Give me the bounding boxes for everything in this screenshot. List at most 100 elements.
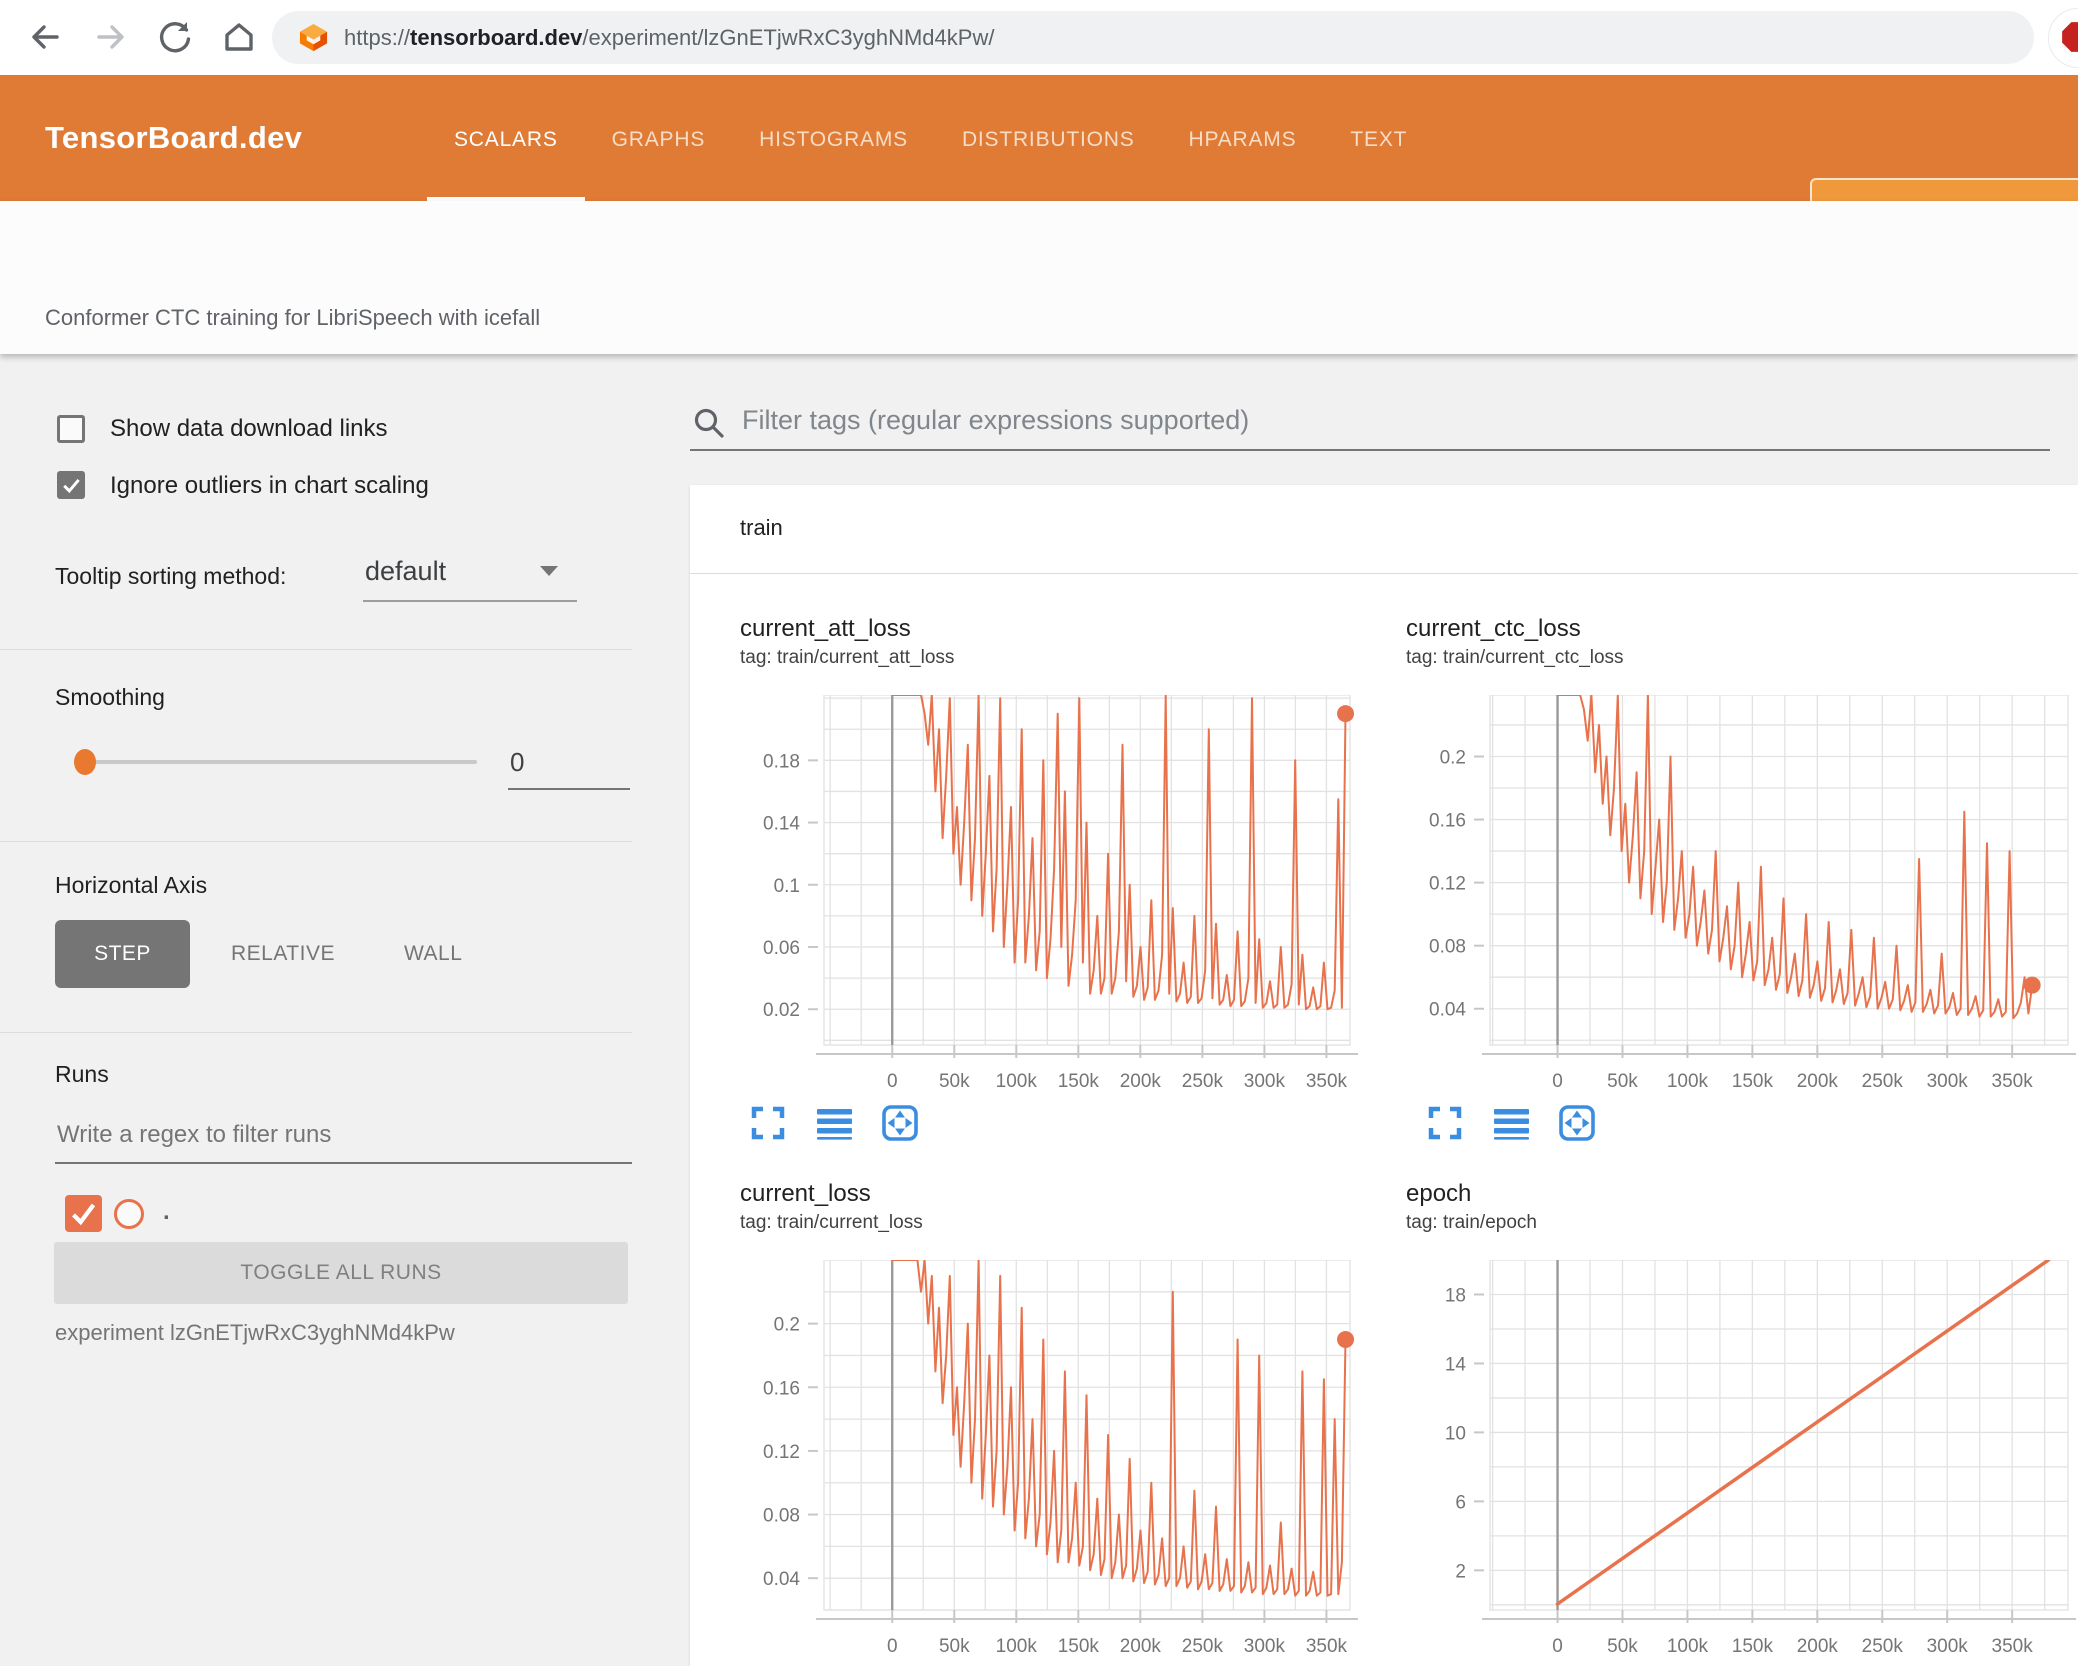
svg-text:0.02: 0.02: [763, 1000, 800, 1021]
fullscreen-icon[interactable]: [1425, 1103, 1465, 1143]
tab-histograms[interactable]: HISTOGRAMS: [732, 75, 935, 201]
chart-tag: tag: train/current_ctc_loss: [1406, 647, 1624, 668]
chart-epoch[interactable]: epoch tag: train/epoch 0 50k 100k 150k 200k 2…: [1365, 1180, 2078, 1657]
svg-text:50k: 50k: [939, 1636, 970, 1657]
tab-graphs[interactable]: GRAPHS: [585, 75, 733, 201]
chart-plot[interactable]: 0 50k 100k 150k 200k 250k 300k 350k 0.04 0.08 0.12…: [1365, 695, 2078, 1095]
fit-domain-icon[interactable]: [1557, 1103, 1597, 1143]
chart-title: current_att_loss: [740, 615, 911, 642]
tab-distributions[interactable]: DISTRIBUTIONS: [935, 75, 1162, 201]
show-download-links-checkbox[interactable]: [57, 415, 85, 443]
run-name: .: [163, 1198, 170, 1225]
dropdown-underline: [363, 600, 577, 602]
browser-toolbar: https://tensorboard.dev/experiment/lzGnE…: [0, 0, 2078, 76]
smoothing-slider[interactable]: [85, 760, 477, 764]
svg-text:0.06: 0.06: [763, 938, 800, 959]
svg-text:100k: 100k: [1667, 1636, 1709, 1657]
svg-text:0: 0: [887, 1636, 898, 1657]
chart-tag: tag: train/current_loss: [740, 1212, 923, 1233]
runs-filter-underline: [55, 1162, 632, 1164]
chart-title: current_loss: [740, 1180, 871, 1207]
svg-text:0: 0: [887, 1071, 898, 1092]
axis-relative-button[interactable]: RELATIVE: [225, 920, 341, 988]
toggle-all-runs-button[interactable]: TOGGLE ALL RUNS: [54, 1242, 628, 1304]
svg-text:300k: 300k: [1244, 1636, 1286, 1657]
chart-title: epoch: [1406, 1180, 1472, 1207]
svg-text:300k: 300k: [1927, 1071, 1969, 1092]
svg-text:0.18: 0.18: [763, 751, 800, 772]
tab-scalars[interactable]: SCALARS: [427, 75, 585, 201]
svg-text:50k: 50k: [939, 1071, 970, 1092]
svg-text:0.2: 0.2: [1440, 747, 1466, 768]
brand-title: TensorBoard.dev: [45, 120, 303, 155]
chart-plot[interactable]: 0 50k 100k 150k 200k 250k 300k 350k 0.04 0.08 0.12…: [740, 1260, 1360, 1660]
back-icon[interactable]: [26, 18, 64, 56]
svg-text:0: 0: [1552, 1636, 1563, 1657]
svg-text:300k: 300k: [1244, 1071, 1286, 1092]
svg-text:100k: 100k: [996, 1636, 1038, 1657]
chevron-down-icon[interactable]: [540, 566, 558, 576]
svg-text:100k: 100k: [996, 1071, 1038, 1092]
svg-text:250k: 250k: [1862, 1071, 1904, 1092]
smoothing-slider-knob[interactable]: [74, 749, 96, 775]
svg-text:0.08: 0.08: [763, 1506, 800, 1527]
url-text: https://tensorboard.dev/experiment/lzGnE…: [344, 25, 995, 50]
tab-hparams[interactable]: HPARAMS: [1162, 75, 1324, 201]
axis-wall-button[interactable]: WALL: [398, 920, 468, 988]
svg-text:0.12: 0.12: [763, 1442, 800, 1463]
svg-text:350k: 350k: [1306, 1636, 1348, 1657]
svg-text:0.14: 0.14: [763, 814, 800, 835]
ignore-outliers-checkbox[interactable]: [57, 471, 85, 499]
nav-tabs: SCALARS GRAPHS HISTOGRAMS DISTRIBUTIONS …: [427, 75, 1434, 201]
svg-text:10: 10: [1445, 1423, 1466, 1444]
axis-step-button[interactable]: STEP: [55, 920, 190, 988]
chart-title: current_ctc_loss: [1406, 615, 1581, 642]
chart-toolbar: [1425, 1103, 1597, 1143]
extension-avatar[interactable]: [2048, 8, 2078, 68]
tooltip-sorting-select[interactable]: default: [365, 556, 446, 587]
svg-text:250k: 250k: [1182, 1636, 1224, 1657]
fit-domain-icon[interactable]: [880, 1103, 920, 1143]
svg-text:0.04: 0.04: [1429, 1000, 1466, 1021]
log-scale-lines-icon[interactable]: [814, 1103, 854, 1143]
log-scale-lines-icon[interactable]: [1491, 1103, 1531, 1143]
chart-current-loss[interactable]: current_loss tag: train/current_loss 0 50…: [740, 1180, 1360, 1657]
section-title: train: [740, 515, 783, 540]
forward-icon[interactable]: [92, 18, 130, 56]
run-checkbox[interactable]: [65, 1195, 102, 1232]
svg-text:0.16: 0.16: [763, 1378, 800, 1399]
chart-plot[interactable]: 0 50k 100k 150k 200k 250k 300k 350k 2 6 10 14 18: [1365, 1260, 2078, 1660]
svg-text:250k: 250k: [1182, 1071, 1224, 1092]
fullscreen-icon[interactable]: [748, 1103, 788, 1143]
runs-filter-input[interactable]: [55, 1120, 619, 1150]
run-color-swatch[interactable]: [114, 1199, 144, 1229]
svg-text:0.08: 0.08: [1429, 937, 1466, 958]
svg-text:0.16: 0.16: [1429, 811, 1466, 832]
svg-text:14: 14: [1445, 1354, 1467, 1375]
svg-text:350k: 350k: [1992, 1071, 2034, 1092]
chart-plot[interactable]: 0 50k 100k 150k 200k 250k 300k 350k 0.02 0.06 0.1 0…: [740, 695, 1360, 1095]
train-section-header[interactable]: train: [690, 485, 2078, 574]
check-icon: [63, 478, 80, 494]
tag-filter-input[interactable]: [740, 404, 2034, 437]
tab-text[interactable]: TEXT: [1323, 75, 1434, 201]
smoothing-value-input[interactable]: [508, 746, 632, 779]
svg-text:300k: 300k: [1927, 1636, 1969, 1657]
home-icon[interactable]: [220, 18, 258, 56]
svg-text:50k: 50k: [1607, 1636, 1638, 1657]
check-icon: [72, 1203, 96, 1226]
runs-label: Runs: [55, 1061, 109, 1087]
svg-text:0.2: 0.2: [774, 1315, 800, 1336]
chart-tag: tag: train/epoch: [1406, 1212, 1537, 1233]
svg-text:200k: 200k: [1797, 1636, 1839, 1657]
address-bar[interactable]: https://tensorboard.dev/experiment/lzGnE…: [272, 11, 2034, 64]
svg-text:0.04: 0.04: [763, 1569, 800, 1590]
chart-current-att-loss[interactable]: current_att_loss tag: train/current_att_…: [740, 615, 1360, 1092]
svg-text:350k: 350k: [1306, 1071, 1348, 1092]
divider: [0, 1032, 632, 1033]
reload-icon[interactable]: [156, 18, 194, 56]
chart-current-ctc-loss[interactable]: current_ctc_loss tag: train/current_ctc_…: [1365, 615, 2078, 1092]
chart-toolbar: [748, 1103, 920, 1143]
divider: [0, 649, 632, 650]
smoothing-label: Smoothing: [55, 684, 165, 710]
